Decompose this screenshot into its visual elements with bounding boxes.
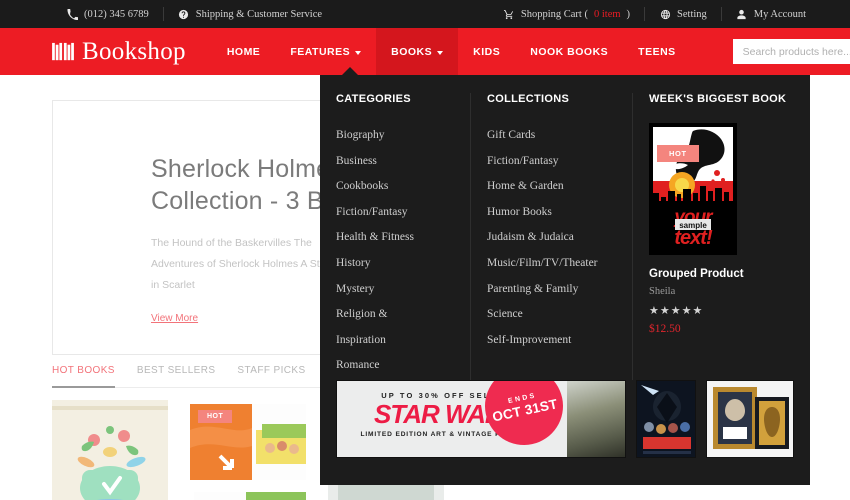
dropdown-columns: CATEGORIES Biography Business Cookbooks … — [320, 75, 810, 380]
cart-label: Shopping Cart ( — [520, 8, 588, 20]
feature-product-author: Sheila — [649, 286, 676, 297]
collection-link-science[interactable]: Science — [487, 302, 616, 328]
phone-label: (012) 345 6789 — [84, 8, 149, 20]
categories-column: CATEGORIES Biography Business Cookbooks … — [320, 93, 470, 380]
cooking-book-cover — [52, 400, 168, 500]
feature-product-cover[interactable]: your sample text! HOT — [649, 123, 737, 255]
open-book-icon — [52, 42, 74, 60]
category-link-history[interactable]: History — [336, 251, 454, 277]
product-thumb-cooking[interactable] — [52, 400, 168, 500]
hot-badge: HOT — [657, 145, 699, 162]
nav-item-nook-books[interactable]: NOOK BOOKS — [515, 28, 623, 75]
category-link-health-fitness[interactable]: Health & Fitness — [336, 225, 454, 251]
category-link-religion[interactable]: Religion & — [336, 302, 454, 328]
star-wars-promo-banner[interactable]: UP TO 30% OFF SELECT STAR WARS LIMITED E… — [336, 380, 626, 458]
boba-fett-photo — [567, 381, 625, 457]
collections-heading: COLLECTIONS — [487, 93, 570, 105]
nav-item-label: NOOK BOOKS — [530, 45, 609, 58]
shipping-label: Shipping & Customer Service — [195, 8, 323, 20]
svg-text:text!: text! — [674, 227, 713, 249]
nav-item-books[interactable]: BOOKS — [376, 28, 459, 75]
movie-poster-art — [637, 381, 695, 457]
nav-item-label: HOME — [226, 45, 261, 58]
my-account-link[interactable]: My Account — [722, 8, 820, 20]
chevron-down-icon — [437, 50, 444, 55]
shopping-cart-link[interactable]: Shopping Cart ( 0 item ) — [489, 8, 644, 20]
collections-column: COLLECTIONS Gift Cards Fiction/Fantasy H… — [470, 93, 632, 380]
nav-item-label: KIDS — [473, 45, 501, 58]
account-label: My Account — [753, 8, 806, 20]
logo-text: Bookshop — [82, 37, 186, 65]
weeks-biggest-book-column: WEEK'S BIGGEST BOOK your sample text! HO… — [632, 93, 810, 380]
category-link-inspiration[interactable]: Inspiration — [336, 328, 454, 354]
dropdown-promo-strip: UP TO 30% OFF SELECT STAR WARS LIMITED E… — [320, 380, 810, 458]
feature-heading: WEEK'S BIGGEST BOOK — [649, 93, 787, 105]
setting-link[interactable]: Setting — [645, 8, 721, 20]
your-text-book-cover-art: your sample text! — [649, 123, 737, 255]
feature-product-name[interactable]: Grouped Product — [649, 268, 794, 280]
category-link-business[interactable]: Business — [336, 149, 454, 175]
category-link-cookbooks[interactable]: Cookbooks — [336, 174, 454, 200]
user-icon — [736, 8, 748, 20]
nav-item-home[interactable]: HOME — [212, 28, 276, 75]
category-link-romance[interactable]: Romance — [336, 353, 454, 379]
site-logo[interactable]: Bookshop — [52, 38, 186, 66]
category-link-fiction-fantasy[interactable]: Fiction/Fantasy — [336, 200, 454, 226]
topbar-right-group: Shopping Cart ( 0 item ) Setting My Acco… — [489, 7, 820, 21]
tab-hot-books[interactable]: HOT BOOKS — [52, 365, 115, 388]
tab-staff-picks[interactable]: STAFF PICKS — [237, 365, 305, 376]
view-more-link[interactable]: View More — [151, 313, 198, 324]
collection-link-music-film-tv[interactable]: Music/Film/TV/Theater — [487, 251, 616, 277]
main-navigation-bar: Bookshop HOME FEATURES BOOKS KIDS NOOK B… — [0, 28, 850, 75]
collection-link-self-improvement[interactable]: Self-Improvement — [487, 328, 616, 354]
help-circle-icon — [178, 8, 190, 20]
collection-link-fiction-fantasy[interactable]: Fiction/Fantasy — [487, 149, 616, 175]
framed-posters-thumb[interactable] — [706, 380, 794, 458]
search-box[interactable] — [732, 39, 850, 64]
feature-product-rating: ★★★★★ — [649, 305, 704, 317]
hero-description: The Hound of the Baskervilles The Advent… — [151, 237, 337, 291]
nav-item-label: TEENS — [638, 45, 676, 58]
setting-label: Setting — [677, 8, 707, 20]
shipping-service-link[interactable]: Shipping & Customer Service — [164, 8, 336, 20]
books-mega-dropdown: CATEGORIES Biography Business Cookbooks … — [320, 67, 810, 485]
collection-link-judaism-judaica[interactable]: Judaism & Judaica — [487, 225, 616, 251]
phone-icon — [66, 8, 78, 20]
nav-item-teens[interactable]: TEENS — [623, 28, 691, 75]
empire-strikes-back-poster-thumb[interactable] — [636, 380, 696, 458]
nav-item-label: FEATURES — [290, 45, 351, 58]
cart-item-count: 0 item — [593, 8, 621, 20]
framed-posters-art — [707, 381, 793, 457]
globe-icon — [659, 8, 671, 20]
nav-item-label: BOOKS — [391, 45, 433, 58]
nav-item-kids[interactable]: KIDS — [458, 28, 515, 75]
tab-best-sellers[interactable]: BEST SELLERS — [137, 365, 216, 376]
category-link-biography[interactable]: Biography — [336, 123, 454, 149]
nav-item-features[interactable]: FEATURES — [275, 28, 376, 75]
dropdown-caret-icon — [342, 67, 358, 75]
feature-product-price: $12.50 — [649, 323, 681, 335]
collection-link-gift-cards[interactable]: Gift Cards — [487, 123, 616, 149]
topbar-left-group: (012) 345 6789 Shipping & Customer Servi… — [52, 7, 336, 21]
nav-items: HOME FEATURES BOOKS KIDS NOOK BOOKS TEEN… — [212, 28, 691, 75]
cart-label-close: ) — [626, 8, 631, 20]
search-input[interactable] — [742, 45, 850, 58]
collection-link-humor-books[interactable]: Humor Books — [487, 200, 616, 226]
chevron-down-icon — [355, 50, 362, 55]
collection-link-parenting-family[interactable]: Parenting & Family — [487, 277, 616, 303]
collection-link-home-garden[interactable]: Home & Garden — [487, 174, 616, 200]
categories-heading: CATEGORIES — [336, 93, 411, 105]
promo-ends-badge: ENDS OCT 31ST — [477, 381, 571, 453]
hot-badge: HOT — [198, 410, 233, 423]
phone-number[interactable]: (012) 345 6789 — [52, 8, 163, 20]
product-thumb-brochure[interactable]: LOREM HOT — [190, 400, 306, 500]
top-utility-bar: (012) 345 6789 Shipping & Customer Servi… — [0, 0, 850, 28]
cart-icon — [503, 8, 515, 20]
category-link-mystery[interactable]: Mystery — [336, 277, 454, 303]
